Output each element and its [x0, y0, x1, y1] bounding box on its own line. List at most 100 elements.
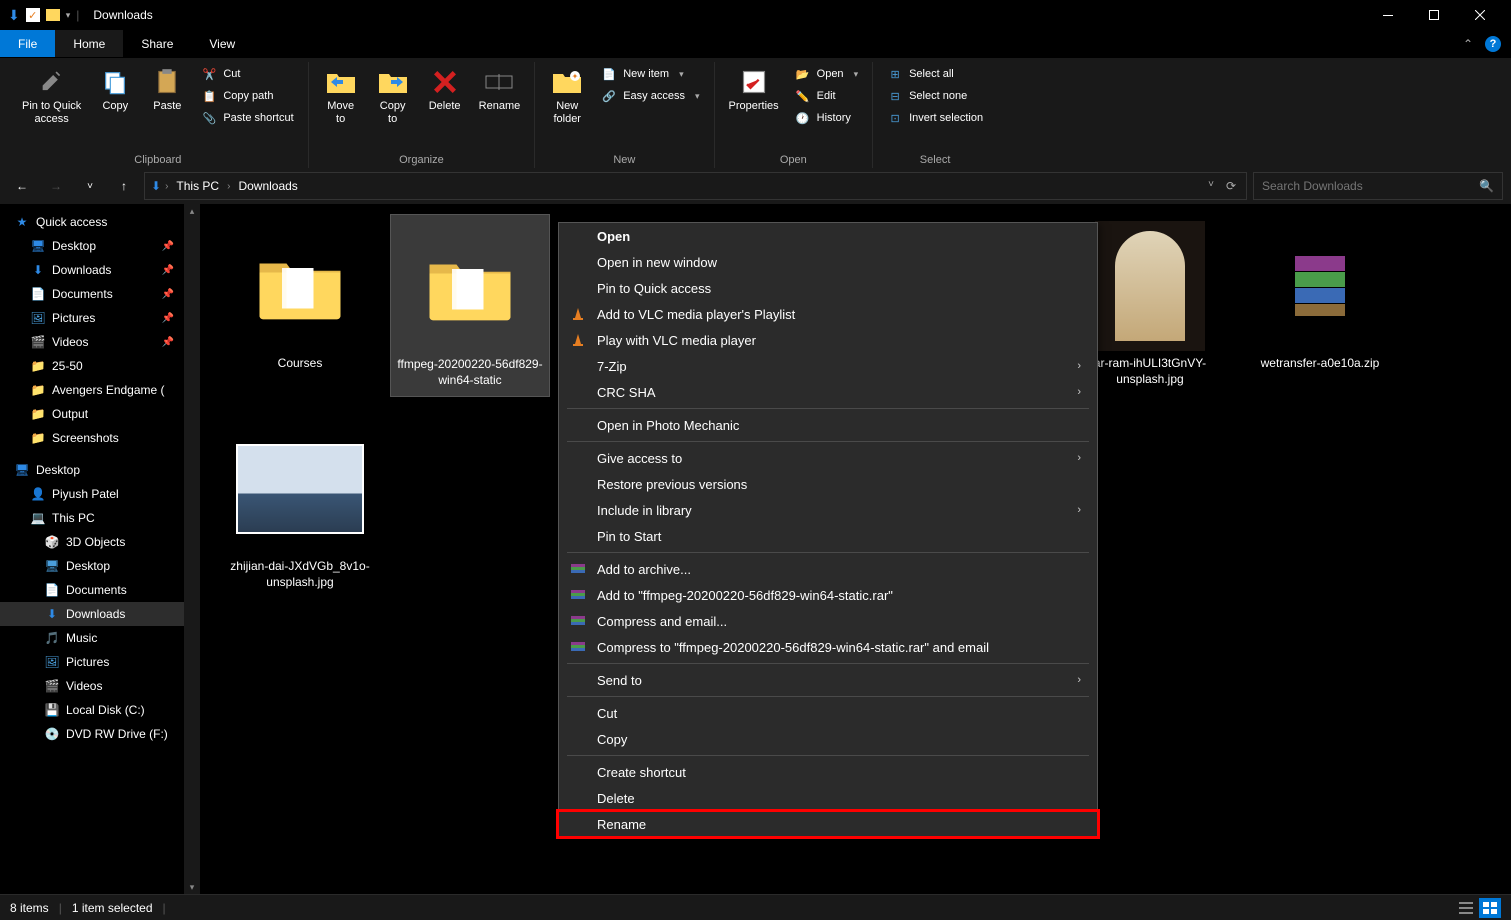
sidebar-item-avengersendgame[interactable]: 📁Avengers Endgame (	[0, 378, 200, 402]
sidebar-item-documents[interactable]: 📄Documents	[0, 578, 200, 602]
sidebar-item-localdiskc[interactable]: 💾Local Disk (C:)	[0, 698, 200, 722]
ctx-open[interactable]: Open	[559, 223, 1097, 249]
search-icon[interactable]: 🔍	[1479, 179, 1494, 193]
edit-button[interactable]: ✏️Edit	[789, 86, 864, 106]
back-button[interactable]: ←	[8, 172, 36, 200]
ctx-open-new-window[interactable]: Open in new window	[559, 249, 1097, 275]
delete-button[interactable]: Delete	[421, 62, 469, 117]
ctx-send-to[interactable]: Send to›	[559, 667, 1097, 693]
sidebar-item-downloads[interactable]: ⬇Downloads	[0, 602, 200, 626]
ctx-give-access[interactable]: Give access to›	[559, 445, 1097, 471]
address-bar[interactable]: ⬇ › This PC › Downloads ˅ ⟳	[144, 172, 1247, 200]
history-button[interactable]: 🕐History	[789, 108, 864, 128]
sidebar-item-piyushpatel[interactable]: 👤Piyush Patel	[0, 482, 200, 506]
sidebar-item-thispc[interactable]: 💻This PC	[0, 506, 200, 530]
collapse-ribbon-icon[interactable]: ⌃	[1463, 37, 1473, 51]
new-item-button[interactable]: 📄New item▾	[595, 64, 705, 84]
up-button[interactable]: ↑	[110, 172, 138, 200]
close-button[interactable]	[1457, 0, 1503, 30]
sidebar-item-music[interactable]: 🎵Music	[0, 626, 200, 650]
tab-home[interactable]: Home	[55, 30, 123, 57]
chevron-right-icon[interactable]: ›	[165, 181, 168, 192]
ribbon-group-new: ✦ New folder 📄New item▾ 🔗Easy access▾ Ne…	[535, 62, 714, 168]
refresh-icon[interactable]: ⟳	[1226, 179, 1236, 193]
ctx-vlc-playlist[interactable]: Add to VLC media player's Playlist	[559, 301, 1097, 327]
scroll-down-icon[interactable]: ▾	[187, 882, 197, 892]
sidebar-desktop-root[interactable]: 🖥 Desktop	[0, 458, 200, 482]
move-to-button[interactable]: Move to	[317, 62, 365, 130]
ctx-restore-versions[interactable]: Restore previous versions	[559, 471, 1097, 497]
ctx-pin-start[interactable]: Pin to Start	[559, 523, 1097, 549]
cut-button[interactable]: ✂️Cut	[195, 64, 299, 84]
sidebar-item-pictures[interactable]: 🖼Pictures	[0, 650, 200, 674]
thumbnails-view-button[interactable]	[1479, 898, 1501, 918]
ctx-pin-quick-access[interactable]: Pin to Quick access	[559, 275, 1097, 301]
sidebar-item-documents[interactable]: 📄Documents📌	[0, 282, 200, 306]
sidebar-item-3dobjects[interactable]: 🎲3D Objects	[0, 530, 200, 554]
sidebar-item-pictures[interactable]: 🖼Pictures📌	[0, 306, 200, 330]
ctx-add-archive[interactable]: Add to archive...	[559, 556, 1097, 582]
paste-button[interactable]: Paste	[143, 62, 191, 117]
new-folder-button[interactable]: ✦ New folder	[543, 62, 591, 130]
help-icon[interactable]: ?	[1485, 36, 1501, 52]
ctx-compress-email[interactable]: Compress and email...	[559, 608, 1097, 634]
address-dropdown-icon[interactable]: ˅	[1208, 179, 1214, 193]
ctx-include-library[interactable]: Include in library›	[559, 497, 1097, 523]
ctx-vlc-play[interactable]: Play with VLC media player	[559, 327, 1097, 353]
ctx-delete[interactable]: Delete	[559, 785, 1097, 811]
tab-share[interactable]: Share	[123, 30, 191, 57]
down-arrow-icon[interactable]: ⬇	[8, 7, 20, 24]
scroll-up-icon[interactable]: ▴	[187, 206, 197, 216]
details-view-button[interactable]	[1455, 898, 1477, 918]
easy-access-button[interactable]: 🔗Easy access▾	[595, 86, 705, 106]
sidebar-item-videos[interactable]: 🎬Videos📌	[0, 330, 200, 354]
breadcrumb-thispc[interactable]: This PC	[172, 179, 223, 193]
minimize-button[interactable]	[1365, 0, 1411, 30]
search-box[interactable]: 🔍	[1253, 172, 1503, 200]
ctx-crc-sha[interactable]: CRC SHA›	[559, 379, 1097, 405]
sidebar-item-screenshots[interactable]: 📁Screenshots	[0, 426, 200, 450]
open-button[interactable]: 📂Open▾	[789, 64, 864, 84]
sidebar-item-2550[interactable]: 📁25-50	[0, 354, 200, 378]
ctx-rename[interactable]: Rename	[559, 811, 1097, 837]
ctx-copy[interactable]: Copy	[559, 726, 1097, 752]
recent-locations-button[interactable]: ˅	[76, 172, 104, 200]
sidebar-item-downloads[interactable]: ⬇Downloads📌	[0, 258, 200, 282]
file-item[interactable]: zhijian-dai-JXdVGb_8v1o-unsplash.jpg	[220, 417, 380, 598]
select-none-button[interactable]: ⊟Select none	[881, 86, 989, 106]
chevron-right-icon[interactable]: ›	[227, 181, 230, 192]
sidebar-scrollbar[interactable]: ▴ ▾	[184, 204, 200, 894]
copy-to-button[interactable]: Copy to	[369, 62, 417, 130]
forward-button[interactable]: →	[42, 172, 70, 200]
file-item[interactable]: Courses	[220, 214, 380, 397]
ctx-7zip[interactable]: 7-Zip›	[559, 353, 1097, 379]
sidebar-quick-access[interactable]: ★ Quick access	[0, 210, 200, 234]
sidebar-item-videos[interactable]: 🎬Videos	[0, 674, 200, 698]
pin-quick-access-button[interactable]: Pin to Quick access	[16, 62, 87, 130]
sidebar-item-output[interactable]: 📁Output	[0, 402, 200, 426]
copy-path-button[interactable]: 📋Copy path	[195, 86, 299, 106]
properties-button[interactable]: Properties	[723, 62, 785, 117]
select-all-button[interactable]: ⊞Select all	[881, 64, 989, 84]
sidebar-item-dvdrwdrivef[interactable]: 💿DVD RW Drive (F:)	[0, 722, 200, 746]
file-item[interactable]: wetransfer-a0e10a.zip	[1240, 214, 1400, 397]
sidebar-item-desktop[interactable]: 🖥Desktop	[0, 554, 200, 578]
maximize-button[interactable]	[1411, 0, 1457, 30]
tab-file[interactable]: File	[0, 30, 55, 57]
sidebar-item-desktop[interactable]: 🖥Desktop📌	[0, 234, 200, 258]
ctx-cut[interactable]: Cut	[559, 700, 1097, 726]
invert-selection-button[interactable]: ⊡Invert selection	[881, 108, 989, 128]
ctx-compress-rar-email[interactable]: Compress to "ffmpeg-20200220-56df829-win…	[559, 634, 1097, 660]
checkbox-icon[interactable]: ✓	[26, 8, 40, 22]
tab-view[interactable]: View	[191, 30, 253, 57]
rename-button[interactable]: Rename	[473, 62, 527, 117]
copy-button[interactable]: Copy	[91, 62, 139, 117]
paste-shortcut-button[interactable]: 📎Paste shortcut	[195, 108, 299, 128]
file-item[interactable]: ffmpeg-20200220-56df829-win64-static	[390, 214, 550, 397]
search-input[interactable]	[1262, 179, 1479, 193]
ctx-create-shortcut[interactable]: Create shortcut	[559, 759, 1097, 785]
ctx-photo-mechanic[interactable]: Open in Photo Mechanic	[559, 412, 1097, 438]
dropdown-icon[interactable]: ▾	[66, 10, 71, 21]
breadcrumb-downloads[interactable]: Downloads	[234, 179, 301, 193]
ctx-add-rar[interactable]: Add to "ffmpeg-20200220-56df829-win64-st…	[559, 582, 1097, 608]
